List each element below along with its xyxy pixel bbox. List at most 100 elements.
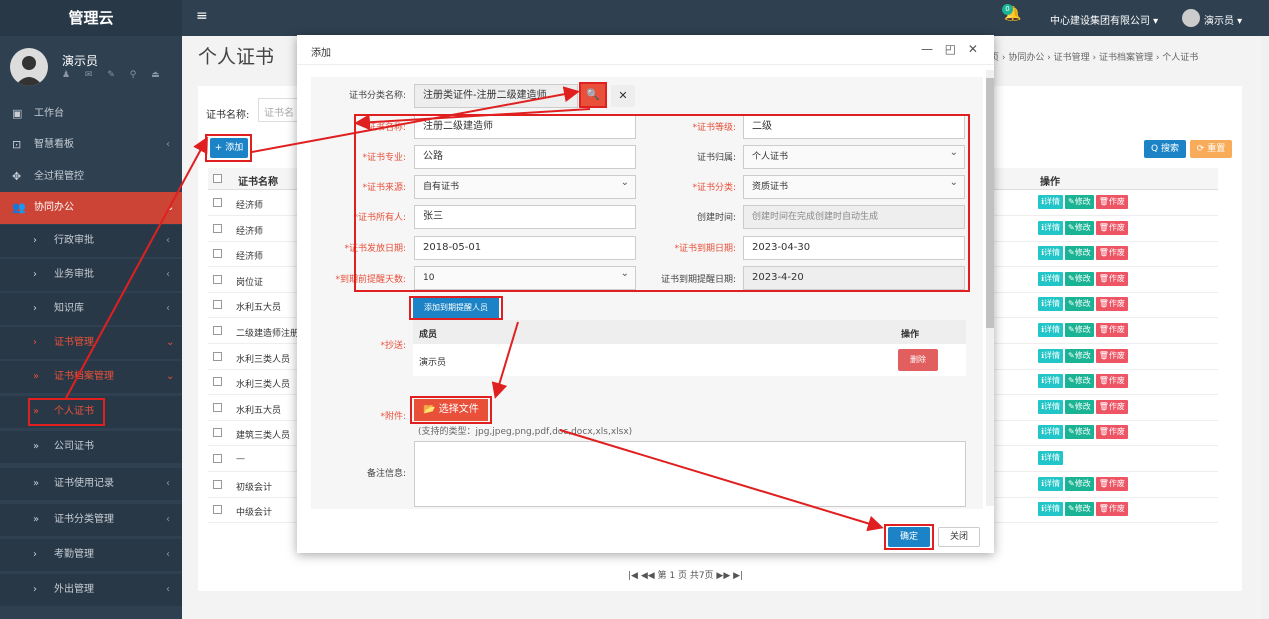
file-types-hint: (支持的类型：jpg,jpeg,png,pdf,doc,docx,xls,xls… bbox=[418, 427, 633, 437]
search-button[interactable]: Q 搜索 bbox=[1144, 140, 1186, 158]
page-scrollbar[interactable] bbox=[1262, 36, 1269, 619]
void-button[interactable]: 🗑作废 bbox=[1095, 399, 1128, 414]
edit-button[interactable]: ✎修改 bbox=[1065, 399, 1094, 414]
edit-button[interactable]: ✎修改 bbox=[1065, 323, 1094, 337]
remark-textarea[interactable] bbox=[414, 441, 966, 507]
void-button[interactable]: 🗑作废 bbox=[1095, 425, 1128, 440]
detail-button[interactable]: ℹ详情 bbox=[1038, 246, 1064, 261]
detail-button[interactable]: ℹ详情 bbox=[1038, 425, 1064, 440]
void-button[interactable]: 🗑作废 bbox=[1095, 195, 1128, 209]
row-checkbox[interactable] bbox=[213, 326, 222, 335]
hamburger-menu-icon[interactable]: ≡ bbox=[196, 8, 208, 24]
void-button[interactable]: 🗑作废 bbox=[1095, 348, 1128, 363]
chevron-right-icon: › bbox=[33, 584, 37, 595]
row-cert-name: 水利三类人员 bbox=[236, 354, 291, 365]
chevron-right-icon: › bbox=[33, 303, 37, 314]
sidebar-item-process-control[interactable]: ✥ 全过程管控 bbox=[0, 161, 182, 193]
category-label: 证书分类名称: bbox=[348, 91, 406, 101]
row-checkbox[interactable] bbox=[213, 223, 222, 233]
edit-button[interactable]: ✎修改 bbox=[1065, 425, 1094, 440]
user-avatar[interactable] bbox=[1182, 9, 1200, 27]
sidebar-item-label: 业务审批 bbox=[54, 269, 94, 280]
row-cert-name: 中级会计 bbox=[236, 508, 273, 519]
delete-cc-button[interactable]: 删除 bbox=[898, 349, 938, 371]
void-button[interactable]: 🗑作废 bbox=[1095, 476, 1128, 491]
row-checkbox[interactable] bbox=[213, 428, 222, 438]
edit-button[interactable]: ✎修改 bbox=[1065, 502, 1094, 517]
edit-button[interactable]: ✎修改 bbox=[1065, 195, 1094, 209]
sidebar-item-collab-office[interactable]: 👥 协同办公 ⌄ bbox=[0, 192, 182, 224]
detail-button[interactable]: ℹ详情 bbox=[1038, 502, 1064, 517]
sidebar-item-outing[interactable]: › 外出管理 ‹ bbox=[0, 574, 182, 606]
reset-button[interactable]: ⟳ 重置 bbox=[1190, 140, 1232, 158]
row-checkbox[interactable] bbox=[213, 249, 222, 259]
profile-action-icons[interactable]: ♟ ✉ ✎ ⚲ ⏏ bbox=[62, 70, 166, 80]
select-all-checkbox[interactable] bbox=[213, 174, 222, 183]
edit-button[interactable]: ✎修改 bbox=[1065, 476, 1094, 491]
window-controls[interactable]: — ◰ ✕ bbox=[921, 42, 982, 56]
close-button[interactable]: 关闭 bbox=[938, 527, 980, 547]
detail-button[interactable]: ℹ详情 bbox=[1038, 271, 1064, 286]
company-switcher[interactable]: 中心建设集团有限公司 ▾ bbox=[1050, 12, 1158, 27]
users-icon: 👥 bbox=[12, 201, 26, 214]
avatar[interactable] bbox=[10, 48, 48, 86]
row-checkbox[interactable] bbox=[213, 505, 222, 515]
row-checkbox[interactable] bbox=[213, 274, 222, 284]
edit-button[interactable]: ✎修改 bbox=[1065, 374, 1094, 389]
chevron-left-icon: ‹ bbox=[166, 514, 170, 525]
category-field[interactable]: 注册类证件-注册二级建造师 bbox=[414, 84, 578, 108]
detail-button[interactable]: ℹ详情 bbox=[1038, 476, 1064, 491]
detail-button[interactable]: ℹ详情 bbox=[1038, 195, 1064, 209]
sidebar-item-company-cert[interactable]: » 公司证书 bbox=[0, 431, 182, 463]
detail-button[interactable]: ℹ详情 bbox=[1038, 323, 1064, 337]
detail-button[interactable]: ℹ详情 bbox=[1038, 451, 1064, 465]
sidebar-item-cert-archive[interactable]: » 证书档案管理 ⌄ bbox=[0, 361, 182, 393]
void-button[interactable]: 🗑作废 bbox=[1095, 220, 1128, 235]
edit-button[interactable]: ✎修改 bbox=[1065, 348, 1094, 363]
row-checkbox[interactable] bbox=[213, 351, 222, 361]
cc-label: *抄送: bbox=[380, 341, 406, 351]
sidebar-item-cert-category[interactable]: » 证书分类管理 ‹ bbox=[0, 504, 182, 536]
row-checkbox[interactable] bbox=[213, 300, 222, 310]
cc-col-ops: 操作 bbox=[901, 330, 920, 340]
row-checkbox[interactable] bbox=[213, 377, 222, 387]
sidebar-item-workbench[interactable]: ▣ 工作台 bbox=[0, 98, 182, 130]
detail-button[interactable]: ℹ详情 bbox=[1038, 220, 1064, 235]
pagination[interactable]: |◀ ◀◀ 第 1 页 共7页 ▶▶ ▶| bbox=[628, 568, 743, 581]
void-button[interactable]: 🗑作废 bbox=[1095, 271, 1128, 286]
sidebar-item-business-approval[interactable]: › 业务审批 ‹ bbox=[0, 259, 182, 291]
dialog-scrollbar-thumb[interactable] bbox=[986, 78, 994, 328]
sidebar-item-admin-approval[interactable]: › 行政审批 ‹ bbox=[0, 225, 182, 257]
sidebar-item-knowledge-base[interactable]: › 知识库 ‹ bbox=[0, 293, 182, 325]
void-button[interactable]: 🗑作废 bbox=[1095, 374, 1128, 389]
edit-button[interactable]: ✎修改 bbox=[1065, 246, 1094, 261]
sidebar-item-label: 全过程管控 bbox=[34, 171, 84, 182]
breadcrumb[interactable]: 页 › 协同办公 › 证书管理 › 证书档案管理 › 个人证书 bbox=[990, 50, 1198, 63]
detail-button[interactable]: ℹ详情 bbox=[1038, 399, 1064, 414]
detail-button[interactable]: ℹ详情 bbox=[1038, 348, 1064, 363]
detail-button[interactable]: ℹ详情 bbox=[1038, 297, 1064, 312]
row-checkbox[interactable] bbox=[213, 454, 222, 463]
sidebar-item-attendance[interactable]: › 考勤管理 ‹ bbox=[0, 539, 182, 571]
sidebar-item-cert-management[interactable]: › 证书管理 ⌄ bbox=[0, 327, 182, 359]
chevron-left-icon: ‹ bbox=[166, 269, 170, 280]
detail-button[interactable]: ℹ详情 bbox=[1038, 374, 1064, 389]
void-button[interactable]: 🗑作废 bbox=[1095, 502, 1128, 517]
void-button[interactable]: 🗑作废 bbox=[1095, 246, 1128, 261]
sidebar-item-label: 证书使用记录 bbox=[54, 478, 114, 489]
row-checkbox[interactable] bbox=[213, 198, 222, 207]
clear-icon[interactable]: ✕ bbox=[611, 85, 635, 107]
edit-button[interactable]: ✎修改 bbox=[1065, 271, 1094, 286]
row-checkbox[interactable] bbox=[213, 402, 222, 412]
row-checkbox[interactable] bbox=[213, 479, 222, 489]
search-icon[interactable]: 🔍 bbox=[579, 82, 607, 108]
sidebar-item-label: 外出管理 bbox=[54, 584, 94, 595]
row-actions: ℹ详情 ✎修改 🗑作废 bbox=[1038, 220, 1130, 235]
user-menu[interactable]: 演示员 ▾ bbox=[1204, 12, 1242, 27]
edit-button[interactable]: ✎修改 bbox=[1065, 297, 1094, 312]
sidebar-item-dashboard[interactable]: ⊡ 智慧看板 ‹ bbox=[0, 129, 182, 161]
void-button[interactable]: 🗑作废 bbox=[1095, 297, 1128, 312]
void-button[interactable]: 🗑作废 bbox=[1095, 323, 1128, 337]
edit-button[interactable]: ✎修改 bbox=[1065, 220, 1094, 235]
sidebar-item-cert-usage[interactable]: » 证书使用记录 ‹ bbox=[0, 468, 182, 500]
